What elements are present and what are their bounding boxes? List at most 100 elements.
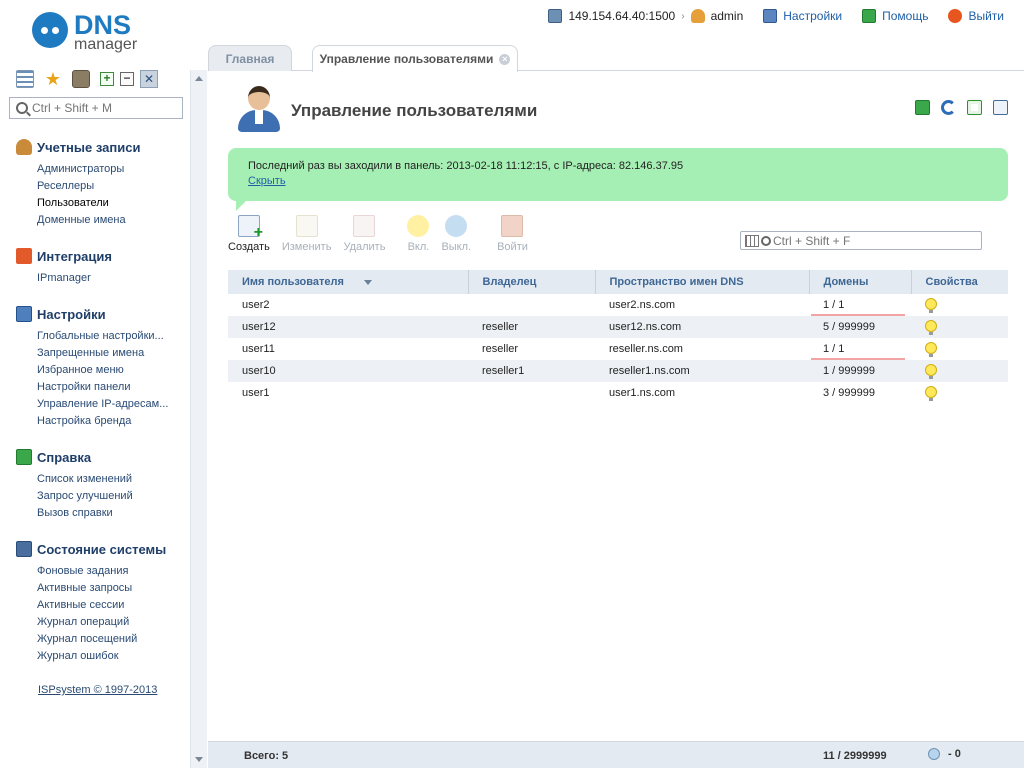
power-icon [948,9,963,23]
sidebar-item-forbidden-names[interactable]: Запрещенные имена [16,345,186,362]
expand-all-icon[interactable]: + [100,72,114,86]
grid-icon [745,234,759,247]
collapse-all-icon[interactable]: − [120,72,134,86]
column-header-name-label: Имя пользователя [242,276,344,288]
section-help-header[interactable]: Справка [16,448,186,466]
cell-ns: user2.ns.com [609,299,676,311]
bulb-on-icon [925,385,937,401]
server-icon [548,9,563,23]
cell-name: user11 [242,343,275,355]
disable-button[interactable]: Выкл. [441,215,471,253]
table-row[interactable]: user11 reseller reseller.ns.com 1 / 1 [228,338,1008,360]
server-address-label: 149.154.64.40:1500 [568,9,676,23]
sidebar-item-background-tasks[interactable]: Фоновые задания [16,563,186,580]
login-as-button[interactable]: Войти [497,215,528,253]
tree-view-icon[interactable] [16,70,34,88]
section-accounts-header[interactable]: Учетные записи [16,138,186,156]
sidebar-item-feature-request[interactable]: Запрос улучшений [16,488,186,505]
table-row[interactable]: user10 reseller1 reseller1.ns.com 1 / 99… [228,360,1008,382]
help-icon[interactable] [915,100,930,115]
table-row[interactable]: user12 reseller user12.ns.com 5 / 999999 [228,316,1008,338]
sidebar-item-resellers[interactable]: Реселлеры [16,178,186,195]
table-search[interactable] [740,231,982,250]
table-settings-icon[interactable] [993,100,1008,115]
section-title: Учетные записи [37,139,141,155]
settings-link[interactable]: Настройки [763,9,842,23]
section-system-status-header[interactable]: Состояние системы [16,540,186,558]
menu-search-input[interactable] [32,101,182,115]
search-icon [761,235,771,246]
sidebar-item-ipmanager[interactable]: IPmanager [16,270,186,287]
scroll-up-icon[interactable] [195,76,203,81]
users-table: Имя пользователя Владелец Пространство и… [228,270,1008,404]
cell-domains: 1 / 1 [809,338,911,360]
column-header-properties[interactable]: Свойства [911,270,1008,294]
briefcase-icon[interactable] [72,70,90,88]
cell-properties [911,316,1008,338]
help-link[interactable]: Помощь [862,9,928,23]
create-label: Создать [228,241,270,253]
section-system-status: Состояние системы Фоновые задания Активн… [16,540,186,665]
column-header-owner[interactable]: Владелец [468,270,596,294]
table-row[interactable]: user2 user2.ns.com 1 / 1 [228,294,1008,316]
sidebar-item-active-requests[interactable]: Активные запросы [16,580,186,597]
page-title: Управление пользователями [291,101,538,120]
column-header-ns[interactable]: Пространство имен DNS [595,270,810,294]
cell-owner: reseller1 [468,360,595,382]
sidebar-item-visits-log[interactable]: Журнал посещений [16,631,186,648]
cell-properties [911,294,1008,316]
sidebar-item-errors-log[interactable]: Журнал ошибок [16,648,186,665]
sidebar-item-ip-management[interactable]: Управление IP-адресам... [16,396,186,413]
sidebar-item-users[interactable]: Пользователи [16,195,186,212]
sidebar-item-operations-log[interactable]: Журнал операций [16,614,186,631]
server-address[interactable]: 149.154.64.40:1500 › admin [548,9,743,23]
tab-user-management[interactable]: Управление пользователями × [312,45,518,72]
settings-icon [16,306,32,322]
sidebar-item-panel-settings[interactable]: Настройки панели [16,379,186,396]
list-toolbar: Создать Изменить Удалить Вкл. Выкл. Войт… [228,215,540,253]
sidebar-scrollbar[interactable] [190,70,207,768]
login-label: Войти [497,241,528,253]
section-integration-header[interactable]: Интеграция [16,247,186,265]
monitor-icon [763,9,778,23]
delete-button[interactable]: Удалить [343,215,385,253]
scroll-down-icon[interactable] [195,757,203,762]
section-settings-header[interactable]: Настройки [16,305,186,323]
sidebar-item-active-sessions[interactable]: Активные сессии [16,597,186,614]
table-row[interactable]: user1 user1.ns.com 3 / 999999 [228,382,1008,404]
users-icon [236,86,282,134]
cell-name: user12 [228,316,468,338]
copyright-link[interactable]: ISPsystem © 1997-2013 [38,684,157,696]
table-search-input[interactable] [773,233,973,248]
refresh-icon[interactable] [941,100,956,115]
create-button[interactable]: Создать [228,215,270,253]
edit-button[interactable]: Изменить [282,215,331,253]
column-header-name[interactable]: Имя пользователя [228,270,469,294]
star-icon[interactable]: ★ [44,70,62,88]
sidebar-item-branding[interactable]: Настройка бренда [16,413,186,430]
integration-icon [16,248,32,264]
sidebar-item-favorite-menu[interactable]: Избранное меню [16,362,186,379]
exit-link[interactable]: Выйти [948,9,1004,23]
sidebar-item-call-help[interactable]: Вызов справки [16,505,186,522]
help-icon [862,9,877,23]
column-header-domains[interactable]: Домены [809,270,912,294]
sort-desc-icon[interactable] [363,279,372,285]
search-icon [16,102,28,114]
close-icon[interactable]: × [499,53,511,65]
pin-icon[interactable]: ✕ [140,70,158,88]
menu-search[interactable] [9,97,183,119]
sidebar-item-changelog[interactable]: Список изменений [16,471,186,488]
enable-button[interactable]: Вкл. [407,215,430,253]
sidebar-item-global-settings[interactable]: Глобальные настройки... [16,328,186,345]
tab-home[interactable]: Главная [208,45,292,71]
section-title: Состояние системы [37,541,167,557]
export-excel-icon[interactable] [967,100,982,115]
disabled-count-label: - 0 [948,748,961,760]
tab-user-management-label: Управление пользователями [319,52,494,66]
sidebar-item-domain-names[interactable]: Доменные имена [16,212,186,229]
cell-name: user10 [228,360,468,382]
cell-domains: 3 / 999999 [823,387,875,399]
sidebar-item-administrators[interactable]: Администраторы [16,161,186,178]
hide-notice-link[interactable]: Скрыть [248,175,286,187]
